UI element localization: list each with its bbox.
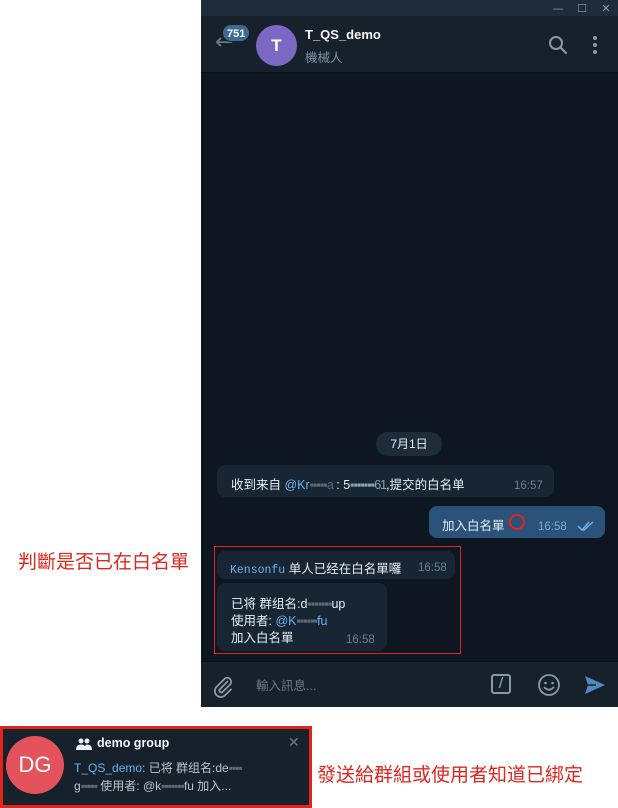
search-icon[interactable] xyxy=(548,35,568,55)
message-time: 16:58 xyxy=(538,521,567,533)
group-avatar: DG xyxy=(6,736,64,794)
bot-command-button[interactable]: / xyxy=(491,674,511,694)
close-window-button[interactable]: ✕ xyxy=(594,0,618,16)
message-bubble-outgoing[interactable]: 加入白名單 16:58 xyxy=(429,506,605,538)
chat-title[interactable]: T_QS_demo xyxy=(305,27,381,42)
maximize-button[interactable]: ☐ xyxy=(570,0,594,16)
more-vertical-icon[interactable] xyxy=(587,35,603,55)
chat-header: ← 751 T T_QS_demo 機械人 xyxy=(201,16,618,73)
chat-subtitle: 機械人 xyxy=(305,51,343,65)
window-titlebar: — ☐ ✕ xyxy=(201,0,618,16)
message-mid: : 5 xyxy=(332,478,351,492)
mention-text: @Kr xyxy=(284,478,310,492)
user-mention-link[interactable]: @Kr▪▪▪▪▪a xyxy=(284,478,334,492)
message-text: 收到来自 @Kr▪▪▪▪▪a : 5▪▪▪▪▪▪▪61,提交的白名单 xyxy=(231,474,465,493)
preview-text: fu 加入... xyxy=(183,779,232,793)
paperclip-icon[interactable] xyxy=(211,674,235,698)
message-time: 16:57 xyxy=(514,480,543,492)
redacted-text: ▪▪▪▪▪a xyxy=(309,478,334,492)
bot-avatar[interactable]: T xyxy=(256,25,297,66)
notification-sender: T_QS_demo xyxy=(74,761,143,775)
group-people-icon xyxy=(76,738,92,750)
message-input[interactable] xyxy=(254,674,478,698)
date-separator: 7月1日 xyxy=(376,432,442,456)
annotation-circle xyxy=(509,514,525,530)
redacted-text: ▪▪▪▪▪ xyxy=(80,779,98,793)
send-icon[interactable] xyxy=(583,673,607,697)
redacted-text: ▪▪▪▪▪▪▪ xyxy=(161,779,185,793)
redacted-id: ▪▪▪▪▪▪▪61 xyxy=(350,478,387,492)
notification-preview-line: T_QS_demo: 已将 群组名:de▪▪▪▪ xyxy=(74,759,274,776)
emoji-icon[interactable] xyxy=(537,673,561,697)
message-composer: / xyxy=(201,661,618,707)
close-icon[interactable]: ✕ xyxy=(288,735,300,751)
message-prefix: 收到来自 xyxy=(231,478,285,492)
message-suffix: ,提交的白名单 xyxy=(386,478,465,492)
unread-count-badge: 751 xyxy=(222,24,251,42)
notification-group-name: demo group xyxy=(97,736,170,750)
notification-toast[interactable]: DG demo group ✕ T_QS_demo: 已将 群组名:de▪▪▪▪… xyxy=(3,729,309,805)
annotation-label-notify-bound: 發送給群組或使用者知道已綁定 xyxy=(317,764,584,786)
annotation-label-whitelist-check: 判斷是否已在白名單 xyxy=(18,551,190,573)
annotation-highlight-box xyxy=(214,546,461,654)
redacted-text: ▪▪▪▪ xyxy=(228,761,243,775)
preview-text: 使用者: @k xyxy=(96,779,162,793)
minimize-button[interactable]: — xyxy=(546,0,570,16)
message-text: 加入白名單 xyxy=(442,519,505,533)
preview-text: g xyxy=(74,779,81,793)
double-check-icon xyxy=(577,521,594,532)
notification-preview-line: g▪▪▪▪▪ 使用者: @k▪▪▪▪▪▪▪fu 加入... xyxy=(74,777,274,794)
preview-text: : 已将 群组名:de xyxy=(142,761,229,775)
message-bubble-incoming[interactable]: 收到来自 @Kr▪▪▪▪▪a : 5▪▪▪▪▪▪▪61,提交的白名单 16:57 xyxy=(217,465,554,497)
